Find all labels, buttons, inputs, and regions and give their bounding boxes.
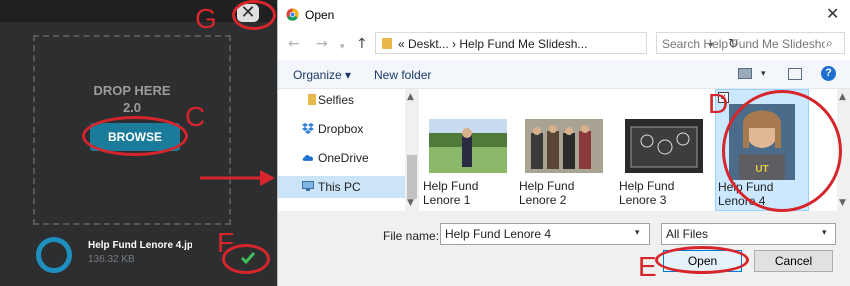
new-folder-button[interactable]: New folder bbox=[374, 68, 431, 82]
file-tile-label: Help Fund Lenore 1 bbox=[423, 179, 479, 207]
nav-scroll-thumb[interactable] bbox=[407, 155, 417, 199]
upload-progress-ring-icon bbox=[36, 237, 72, 273]
nav-scrollbar[interactable]: ▲ ▼ bbox=[405, 89, 419, 211]
file-tile[interactable]: Help Fund Lenore 3 bbox=[619, 89, 711, 211]
scroll-down-icon[interactable]: ▼ bbox=[407, 199, 414, 208]
nav-item-onedrive[interactable]: OneDrive bbox=[278, 147, 406, 169]
file-name-dropdown-icon[interactable]: ▾ bbox=[635, 229, 640, 238]
file-type-select[interactable]: All Files bbox=[661, 223, 836, 245]
nav-item-dropbox[interactable]: Dropbox bbox=[278, 118, 406, 140]
onedrive-icon bbox=[302, 155, 313, 161]
address-path: « Deskt... › Help Fund Me Slidesh... bbox=[398, 37, 588, 51]
search-input[interactable]: Search Help Fund Me Slidesho... ⌕ bbox=[656, 32, 845, 54]
back-arrow-icon[interactable]: ← bbox=[288, 37, 300, 51]
annotation-circle-file bbox=[722, 90, 842, 212]
forward-arrow-icon[interactable]: → bbox=[316, 37, 328, 51]
uploaded-file-size: 136.32 KB bbox=[88, 254, 135, 265]
file-thumbnail bbox=[429, 119, 507, 173]
file-tile-label: Help Fund Lenore 2 bbox=[519, 179, 575, 207]
file-thumbnail bbox=[525, 119, 603, 173]
dropbox-icon bbox=[302, 123, 314, 134]
scroll-up-icon[interactable]: ▲ bbox=[839, 93, 846, 102]
file-tile-label: Help Fund Lenore 3 bbox=[619, 179, 675, 207]
dialog-titlebar: Open ✕ bbox=[278, 0, 850, 30]
file-name-label: File name: bbox=[383, 229, 440, 243]
dialog-close-icon[interactable]: ✕ bbox=[826, 5, 839, 23]
annotation-circle-browse bbox=[82, 116, 188, 156]
annotation-letter-g: G bbox=[195, 3, 217, 34]
search-icon: ⌕ bbox=[826, 36, 833, 50]
dialog-toolbar: Organize ▾ New folder ▾ ? bbox=[278, 60, 850, 89]
up-arrow-icon[interactable]: ↑ bbox=[356, 37, 368, 51]
cancel-button[interactable]: Cancel bbox=[754, 250, 833, 272]
annotation-letter-e: E bbox=[638, 251, 657, 282]
nav-item-label: OneDrive bbox=[318, 151, 369, 165]
address-bar[interactable]: « Deskt... › Help Fund Me Slidesh... ▾ ↻ bbox=[375, 32, 739, 54]
address-row: ← → ▾ ↑ « Deskt... › Help Fund Me Slides… bbox=[278, 30, 850, 58]
file-thumbnail bbox=[625, 119, 703, 173]
file-tile[interactable]: Help Fund Lenore 2 bbox=[519, 89, 611, 211]
annotation-letter-d: D bbox=[708, 88, 729, 119]
annotation-letter-c: C bbox=[185, 101, 206, 132]
drop-zone-title: DROP HERE bbox=[93, 83, 171, 98]
preview-pane-icon[interactable] bbox=[788, 68, 802, 80]
recent-locations-icon[interactable]: ▾ bbox=[340, 40, 345, 54]
annotation-circle-open bbox=[655, 246, 749, 274]
help-icon[interactable]: ? bbox=[821, 66, 836, 81]
uploaded-file-name: Help Fund Lenore 4.jpg bbox=[88, 240, 192, 251]
change-view-icon[interactable] bbox=[738, 68, 752, 79]
file-name-input[interactable]: Help Fund Lenore 4 bbox=[440, 223, 650, 245]
navigation-pane: Selfies Dropbox OneDrive This PC ▲ ▼ bbox=[278, 89, 419, 211]
nav-item-selfies[interactable]: Selfies bbox=[278, 89, 406, 111]
chrome-icon bbox=[286, 8, 299, 21]
view-dropdown-icon[interactable]: ▾ bbox=[761, 70, 766, 79]
file-tile[interactable]: Help Fund Lenore 1 bbox=[423, 89, 515, 211]
nav-item-label: Selfies bbox=[318, 93, 355, 107]
organize-menu[interactable]: Organize ▾ bbox=[293, 68, 351, 82]
folder-icon bbox=[308, 94, 316, 105]
dialog-footer: File name: Help Fund Lenore 4 ▾ All File… bbox=[278, 211, 850, 286]
annotation-circle-close bbox=[232, 0, 276, 30]
dialog-title: Open bbox=[305, 8, 335, 22]
folder-icon bbox=[382, 38, 392, 49]
nav-item-this-pc[interactable]: This PC bbox=[278, 176, 406, 198]
scroll-down-icon[interactable]: ▼ bbox=[839, 199, 846, 208]
search-placeholder: Search Help Fund Me Slidesho... bbox=[662, 37, 825, 51]
annotation-letter-f: F bbox=[217, 227, 235, 258]
nav-item-label: This PC bbox=[318, 180, 361, 194]
annotation-arrow bbox=[200, 170, 275, 186]
file-type-dropdown-icon[interactable]: ▾ bbox=[822, 229, 827, 238]
nav-item-label: Dropbox bbox=[318, 122, 364, 136]
scroll-up-icon[interactable]: ▲ bbox=[407, 93, 414, 102]
computer-icon bbox=[302, 181, 314, 191]
